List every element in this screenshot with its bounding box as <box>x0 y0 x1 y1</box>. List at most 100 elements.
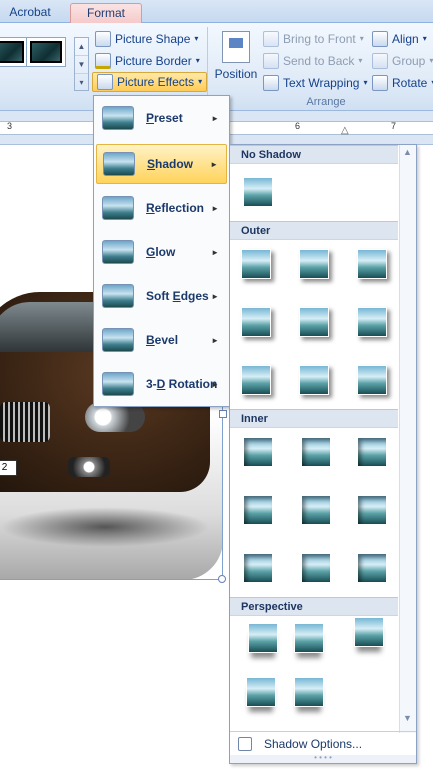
chevron-down-icon: ▾ <box>422 34 427 43</box>
picture-styles-scroll[interactable]: ▲ ▼ ▾ <box>74 37 89 91</box>
shadow-option-inner[interactable] <box>301 495 331 525</box>
tab-acrobat[interactable]: Acrobat <box>0 3 60 23</box>
picture-style-thumb-2[interactable] <box>26 37 66 67</box>
group-icon <box>372 53 388 69</box>
rotate-button[interactable]: Rotate ▾ <box>372 73 433 93</box>
shadow-option-perspective[interactable] <box>354 617 384 647</box>
submenu-arrow-icon: ► <box>211 203 219 213</box>
picture-effects-label: Picture Effects <box>117 75 195 89</box>
menu-item-reflection[interactable]: Reflection ► <box>96 188 227 228</box>
shadow-option-inner[interactable] <box>243 495 273 525</box>
section-inner: Inner <box>230 409 398 428</box>
shadow-options-button[interactable]: Shadow Options... <box>230 731 416 755</box>
position-button[interactable]: Position <box>211 29 261 103</box>
shadow-option-inner[interactable] <box>357 437 387 467</box>
picture-style-thumb-1[interactable] <box>0 37 28 67</box>
ruler-tick-label: 3 <box>7 121 13 131</box>
shadow-option-outer[interactable] <box>299 307 329 337</box>
shadow-options-label: Shadow Options... <box>264 736 363 751</box>
bring-to-front-button[interactable]: Bring to Front ▾ <box>263 29 364 49</box>
soft-edges-icon <box>102 284 134 308</box>
gallery-scrollbar[interactable]: ▲ ▼ <box>399 145 416 733</box>
menu-item-label: Shadow <box>147 157 194 171</box>
send-to-back-icon <box>263 53 279 69</box>
car-shadow <box>0 507 210 547</box>
menu-item-label: Soft Edges <box>146 289 209 303</box>
shadow-option-outer[interactable] <box>241 307 271 337</box>
submenu-arrow-icon: ► <box>211 335 219 345</box>
picture-effects-button[interactable]: Picture Effects ▾ <box>92 72 208 92</box>
gallery-more-icon[interactable]: ▾ <box>75 74 88 92</box>
chevron-down-icon: ▾ <box>363 78 368 87</box>
text-wrapping-button[interactable]: Text Wrapping ▾ <box>263 73 368 93</box>
menu-item-soft-edges[interactable]: Soft Edges ► <box>96 276 227 316</box>
text-wrapping-icon <box>263 75 279 91</box>
resize-grip-icon[interactable]: • • • • <box>230 754 416 763</box>
chevron-down-icon: ▾ <box>194 34 199 43</box>
group-button[interactable]: Group ▾ <box>372 51 433 71</box>
submenu-arrow-icon: ► <box>211 113 219 123</box>
shadow-option-inner[interactable] <box>357 553 387 583</box>
send-to-back-label: Send to Back <box>283 54 355 68</box>
shadow-option-perspective[interactable] <box>294 623 324 653</box>
submenu-arrow-icon: ► <box>211 379 219 389</box>
shadow-option-perspective[interactable] <box>246 677 276 707</box>
shadow-option-inner[interactable] <box>357 495 387 525</box>
submenu-arrow-icon: ► <box>211 247 219 257</box>
shadow-option-outer[interactable] <box>299 249 329 279</box>
shadow-icon <box>103 152 135 176</box>
shadow-option-perspective[interactable] <box>248 623 278 653</box>
menu-item-glow[interactable]: Glow ► <box>96 232 227 272</box>
indent-marker-icon[interactable]: △ <box>341 125 349 136</box>
menu-item-preset[interactable]: Preset ► <box>96 98 227 138</box>
menu-item-label: Glow <box>146 245 176 259</box>
reflection-icon <box>102 196 134 220</box>
scroll-down-icon[interactable]: ▼ <box>403 713 412 723</box>
position-label: Position <box>214 67 258 81</box>
align-label: Align <box>392 32 419 46</box>
rotate-icon <box>372 75 388 91</box>
shadow-option-inner[interactable] <box>301 553 331 583</box>
shadow-option-outer[interactable] <box>241 365 271 395</box>
text-wrapping-label: Text Wrapping <box>283 76 360 90</box>
scroll-up-icon[interactable]: ▲ <box>75 38 88 56</box>
position-icon <box>222 31 250 63</box>
3d-rotation-icon <box>102 372 134 396</box>
car-grille <box>0 402 50 442</box>
shadow-option-outer[interactable] <box>357 307 387 337</box>
shadow-option-inner[interactable] <box>301 437 331 467</box>
scroll-down-icon[interactable]: ▼ <box>75 56 88 74</box>
picture-border-button[interactable]: Picture Border ▾ <box>95 51 200 71</box>
align-button[interactable]: Align ▾ <box>372 29 427 49</box>
shadow-option-perspective[interactable] <box>294 677 324 707</box>
resize-handle[interactable] <box>219 410 227 418</box>
ribbon-tab-bar: Acrobat Format <box>0 0 433 23</box>
shadow-option-outer[interactable] <box>241 249 271 279</box>
submenu-arrow-icon: ► <box>210 159 218 169</box>
chevron-down-icon: ▾ <box>429 56 433 65</box>
chevron-down-icon: ▾ <box>198 77 203 86</box>
shadow-option-none[interactable] <box>243 177 273 207</box>
shadow-options-icon <box>238 736 252 751</box>
shadow-option-outer[interactable] <box>357 249 387 279</box>
picture-border-icon <box>95 53 111 69</box>
chevron-down-icon: ▾ <box>358 56 363 65</box>
shadow-gallery: No Shadow Outer Inner Perspective ▲ ▼ Sh… <box>229 144 417 764</box>
preset-icon <box>102 106 134 130</box>
shadow-option-inner[interactable] <box>243 437 273 467</box>
rotate-label: Rotate <box>392 76 428 90</box>
resize-handle[interactable] <box>218 575 226 583</box>
shadow-option-outer[interactable] <box>299 365 329 395</box>
menu-item-bevel[interactable]: Bevel ► <box>96 320 227 360</box>
ruler-tick-label: 6 <box>295 121 301 131</box>
shadow-option-outer[interactable] <box>357 365 387 395</box>
shadow-option-inner[interactable] <box>243 553 273 583</box>
scroll-up-icon[interactable]: ▲ <box>403 147 412 157</box>
menu-item-3d-rotation[interactable]: 3-D Rotation ► <box>96 364 227 404</box>
menu-item-shadow[interactable]: Shadow ► <box>96 144 227 184</box>
chevron-down-icon: ▾ <box>195 56 200 65</box>
picture-shape-button[interactable]: Picture Shape ▾ <box>95 29 198 49</box>
send-to-back-button[interactable]: Send to Back ▾ <box>263 51 362 71</box>
group-label: Group <box>392 54 426 68</box>
tab-format[interactable]: Format <box>70 3 142 23</box>
